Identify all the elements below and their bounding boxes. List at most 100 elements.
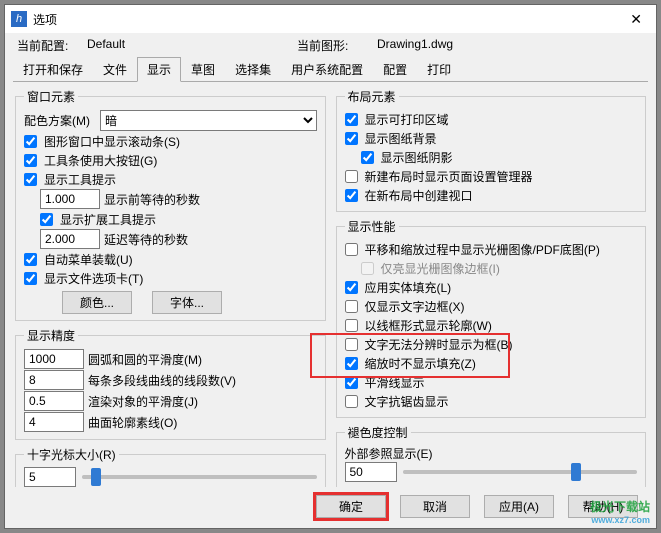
in-ext-delay[interactable] [40,229,100,249]
tab-draft[interactable]: 草图 [181,57,225,82]
chk-printable[interactable] [345,113,358,126]
chk-scrollbar[interactable] [24,135,37,148]
group-display-perf: 显示性能 平移和缩放过程中显示光栅图像/PDF底图(P) 仅亮显光栅图像边框(I… [336,218,647,418]
chk-paper-shadow[interactable] [361,151,374,164]
cancel-button[interactable]: 取消 [400,495,470,518]
chk-viewport[interactable] [345,189,358,202]
lab-page-setup: 新建布局时显示页面设置管理器 [365,168,533,185]
chk-paper-bg[interactable] [345,132,358,145]
close-button[interactable]: ✕ [622,11,650,28]
tab-bar: 打开和保存 文件 显示 草图 选择集 用户系统配置 配置 打印 [13,56,648,82]
lab-poly: 每条多段线曲线的线段数(V) [88,372,236,389]
chk-file-tabs[interactable] [24,272,37,285]
in-crosshair[interactable] [24,467,76,487]
tab-selection[interactable]: 选择集 [225,57,281,82]
lab-xref: 外部参照显示(E) [345,445,638,462]
ok-button[interactable]: 确定 [316,495,386,518]
lab-solid-fill: 应用实体填充(L) [365,279,452,296]
lab-big-buttons: 工具条使用大按钮(G) [44,152,157,169]
tab-open-save[interactable]: 打开和保存 [13,57,93,82]
chk-true-type[interactable] [345,338,358,351]
slider-crosshair[interactable] [82,475,317,479]
legend-fade: 褪色度控制 [345,424,411,441]
chk-solid-fill[interactable] [345,281,358,294]
lab-scrollbar: 图形窗口中显示滚动条(S) [44,133,180,150]
tab-files[interactable]: 文件 [93,57,137,82]
group-crosshair: 十字光标大小(R) [15,446,326,487]
chk-auto-menu[interactable] [24,253,37,266]
group-fade: 褪色度控制 外部参照显示(E) 在位编辑显示(Y) [336,424,647,487]
chk-ext-tooltip[interactable] [40,213,53,226]
chk-hide-fill[interactable] [345,357,358,370]
current-config-label: 当前配置: [17,37,87,54]
lab-text-frame: 仅显示文字边框(X) [365,298,465,315]
window-title: 选项 [33,11,622,28]
lab-printable: 显示可打印区域 [365,111,449,128]
color-scheme-select[interactable]: 暗 [100,110,317,131]
footer-buttons: 确定 取消 应用(A) 帮助(H) 极光下载站 www.xz7.com [5,487,656,528]
btn-colors[interactable]: 颜色... [62,291,132,314]
lab-ext-delay: 延迟等待的秒数 [104,231,188,248]
in-xref[interactable] [345,462,397,482]
lab-auto-menu: 自动菜单装载(U) [44,251,133,268]
slider-xref[interactable] [403,470,638,474]
left-column: 窗口元素 配色方案(M) 暗 图形窗口中显示滚动条(S) 工具条使用大按钮(G)… [15,88,326,485]
lab-render: 渲染对象的平滑度(J) [88,393,198,410]
app-icon: h [11,11,27,27]
apply-button[interactable]: 应用(A) [484,495,554,518]
lab-aa-text: 文字抗锯齿显示 [365,393,449,410]
right-column: 布局元素 显示可打印区域 显示图纸背景 显示图纸阴影 新建布局时显示页面设置管理… [336,88,647,485]
lab-tooltips: 显示工具提示 [44,171,116,188]
chk-tooltips[interactable] [24,173,37,186]
lab-paper-bg: 显示图纸背景 [365,130,437,147]
lab-tooltip-delay: 显示前等待的秒数 [104,191,200,208]
lab-raster: 平移和缩放过程中显示光栅图像/PDF底图(P) [365,241,600,258]
current-config-value: Default [87,37,297,54]
lab-viewport: 在新布局中创建视口 [365,187,473,204]
group-layout-elements: 布局元素 显示可打印区域 显示图纸背景 显示图纸阴影 新建布局时显示页面设置管理… [336,88,647,212]
titlebar: h 选项 ✕ [5,5,656,33]
in-poly[interactable] [24,370,84,390]
group-window-elements: 窗口元素 配色方案(M) 暗 图形窗口中显示滚动条(S) 工具条使用大按钮(G)… [15,88,326,321]
chk-page-setup[interactable] [345,170,358,183]
chk-big-buttons[interactable] [24,154,37,167]
lab-ext-tooltip: 显示扩展工具提示 [60,211,156,228]
legend-layout-elements: 布局元素 [345,88,399,105]
lab-paper-shadow: 显示图纸阴影 [381,149,453,166]
in-tooltip-delay[interactable] [40,189,100,209]
tab-display[interactable]: 显示 [137,57,181,82]
legend-display-precision: 显示精度 [24,327,78,344]
chk-aa-text[interactable] [345,395,358,408]
chk-raster[interactable] [345,243,358,256]
tab-config[interactable]: 配置 [373,57,417,82]
legend-window-elements: 窗口元素 [24,88,78,105]
legend-display-perf: 显示性能 [345,218,399,235]
lab-wire-frame: 以线框形式显示轮廓(W) [365,317,492,334]
lab-surf: 曲面轮廓素线(O) [88,414,177,431]
color-scheme-label: 配色方案(M) [24,112,90,129]
in-surf[interactable] [24,412,84,432]
lab-true-type: 文字无法分辨时显示为框(B) [365,336,513,353]
current-drawing-label: 当前图形: [297,37,377,54]
chk-smooth-line[interactable] [345,376,358,389]
btn-fonts[interactable]: 字体... [152,291,222,314]
options-dialog: h 选项 ✕ 当前配置: Default 当前图形: Drawing1.dwg … [4,4,657,529]
content-area: 窗口元素 配色方案(M) 暗 图形窗口中显示滚动条(S) 工具条使用大按钮(G)… [5,82,656,487]
lab-highlight-frame: 仅亮显光栅图像边框(I) [381,260,500,277]
in-render[interactable] [24,391,84,411]
tab-user-system[interactable]: 用户系统配置 [281,57,373,82]
lab-arc: 圆弧和圆的平滑度(M) [88,351,202,368]
chk-highlight-frame [361,262,374,275]
in-arc[interactable] [24,349,84,369]
help-button[interactable]: 帮助(H) [568,495,638,518]
chk-wire-frame[interactable] [345,319,358,332]
group-display-precision: 显示精度 圆弧和圆的平滑度(M) 每条多段线曲线的线段数(V) 渲染对象的平滑度… [15,327,326,440]
legend-crosshair: 十字光标大小(R) [24,446,119,463]
header-row: 当前配置: Default 当前图形: Drawing1.dwg [5,33,656,54]
lab-hide-fill: 缩放时不显示填充(Z) [365,355,476,372]
lab-file-tabs: 显示文件选项卡(T) [44,270,143,287]
current-drawing-value: Drawing1.dwg [377,37,587,54]
lab-smooth-line: 平滑线显示 [365,374,425,391]
chk-text-frame[interactable] [345,300,358,313]
tab-print[interactable]: 打印 [417,57,461,82]
